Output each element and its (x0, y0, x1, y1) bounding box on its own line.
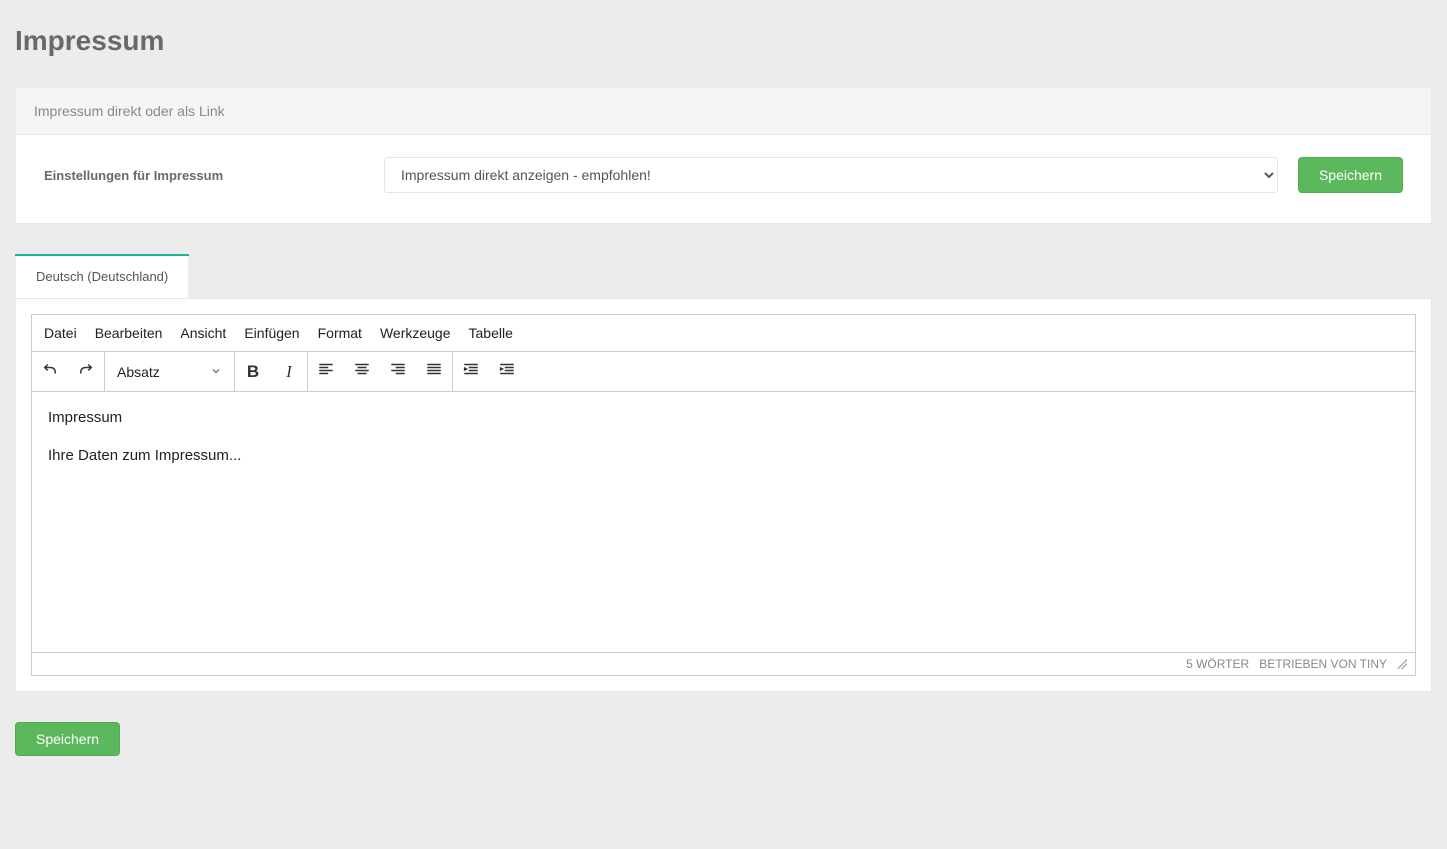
align-group (308, 352, 453, 391)
editor-content-area[interactable]: Impressum Ihre Daten zum Impressum... (32, 392, 1415, 652)
chevron-down-icon (210, 364, 222, 380)
undo-button[interactable] (32, 352, 68, 391)
tab-content: Datei Bearbeiten Ansicht Einfügen Format… (15, 299, 1432, 692)
save-content-button[interactable]: Speichern (15, 722, 120, 756)
redo-icon (77, 360, 95, 383)
settings-panel: Impressum direkt oder als Link Einstellu… (15, 87, 1432, 224)
outdent-icon (462, 360, 480, 383)
align-justify-button[interactable] (416, 352, 452, 391)
panel-body: Einstellungen für Impressum Impressum di… (16, 135, 1431, 223)
bold-icon: B (247, 362, 259, 382)
undo-icon (41, 360, 59, 383)
align-left-button[interactable] (308, 352, 344, 391)
align-right-button[interactable] (380, 352, 416, 391)
outdent-button[interactable] (453, 352, 489, 391)
settings-controls: Impressum direkt anzeigen - empfohlen! S… (384, 157, 1403, 193)
save-settings-button[interactable]: Speichern (1298, 157, 1403, 193)
rich-text-editor: Datei Bearbeiten Ansicht Einfügen Format… (31, 314, 1416, 676)
align-right-icon (389, 360, 407, 383)
align-center-button[interactable] (344, 352, 380, 391)
menu-datei[interactable]: Datei (44, 325, 77, 341)
editor-line: Impressum (48, 406, 1399, 430)
indent-group (453, 352, 525, 391)
tabs-container: Deutsch (Deutschland) Datei Bearbeiten A… (15, 254, 1432, 692)
bold-button[interactable]: B (235, 352, 271, 391)
menu-ansicht[interactable]: Ansicht (180, 325, 226, 341)
indent-icon (498, 360, 516, 383)
menu-einfuegen[interactable]: Einfügen (244, 325, 299, 341)
settings-label: Einstellungen für Impressum (44, 168, 364, 183)
align-justify-icon (425, 360, 443, 383)
history-group (32, 352, 105, 391)
menu-werkzeuge[interactable]: Werkzeuge (380, 325, 451, 341)
editor-toolbar: Absatz B I (32, 352, 1415, 392)
indent-button[interactable] (489, 352, 525, 391)
align-left-icon (317, 360, 335, 383)
powered-by[interactable]: BETRIEBEN VON TINY (1259, 657, 1387, 671)
menu-format[interactable]: Format (318, 325, 362, 341)
tab-deutsch[interactable]: Deutsch (Deutschland) (15, 254, 189, 298)
page-title: Impressum (15, 25, 1432, 57)
block-format-label: Absatz (117, 364, 160, 380)
editor-statusbar: 5 WÖRTER BETRIEBEN VON TINY (32, 652, 1415, 675)
menu-tabelle[interactable]: Tabelle (469, 325, 513, 341)
italic-icon: I (286, 362, 292, 382)
block-format-select[interactable]: Absatz (105, 352, 235, 391)
panel-header: Impressum direkt oder als Link (16, 88, 1431, 135)
tabs-nav: Deutsch (Deutschland) (15, 254, 1432, 299)
word-count: 5 WÖRTER (1186, 657, 1249, 671)
text-style-group: B I (235, 352, 308, 391)
redo-button[interactable] (68, 352, 104, 391)
menu-bearbeiten[interactable]: Bearbeiten (95, 325, 163, 341)
align-center-icon (353, 360, 371, 383)
resize-handle-icon[interactable] (1397, 659, 1407, 669)
impressum-mode-select[interactable]: Impressum direkt anzeigen - empfohlen! (384, 157, 1278, 193)
italic-button[interactable]: I (271, 352, 307, 391)
editor-menubar: Datei Bearbeiten Ansicht Einfügen Format… (32, 315, 1415, 352)
editor-line: Ihre Daten zum Impressum... (48, 444, 1399, 468)
